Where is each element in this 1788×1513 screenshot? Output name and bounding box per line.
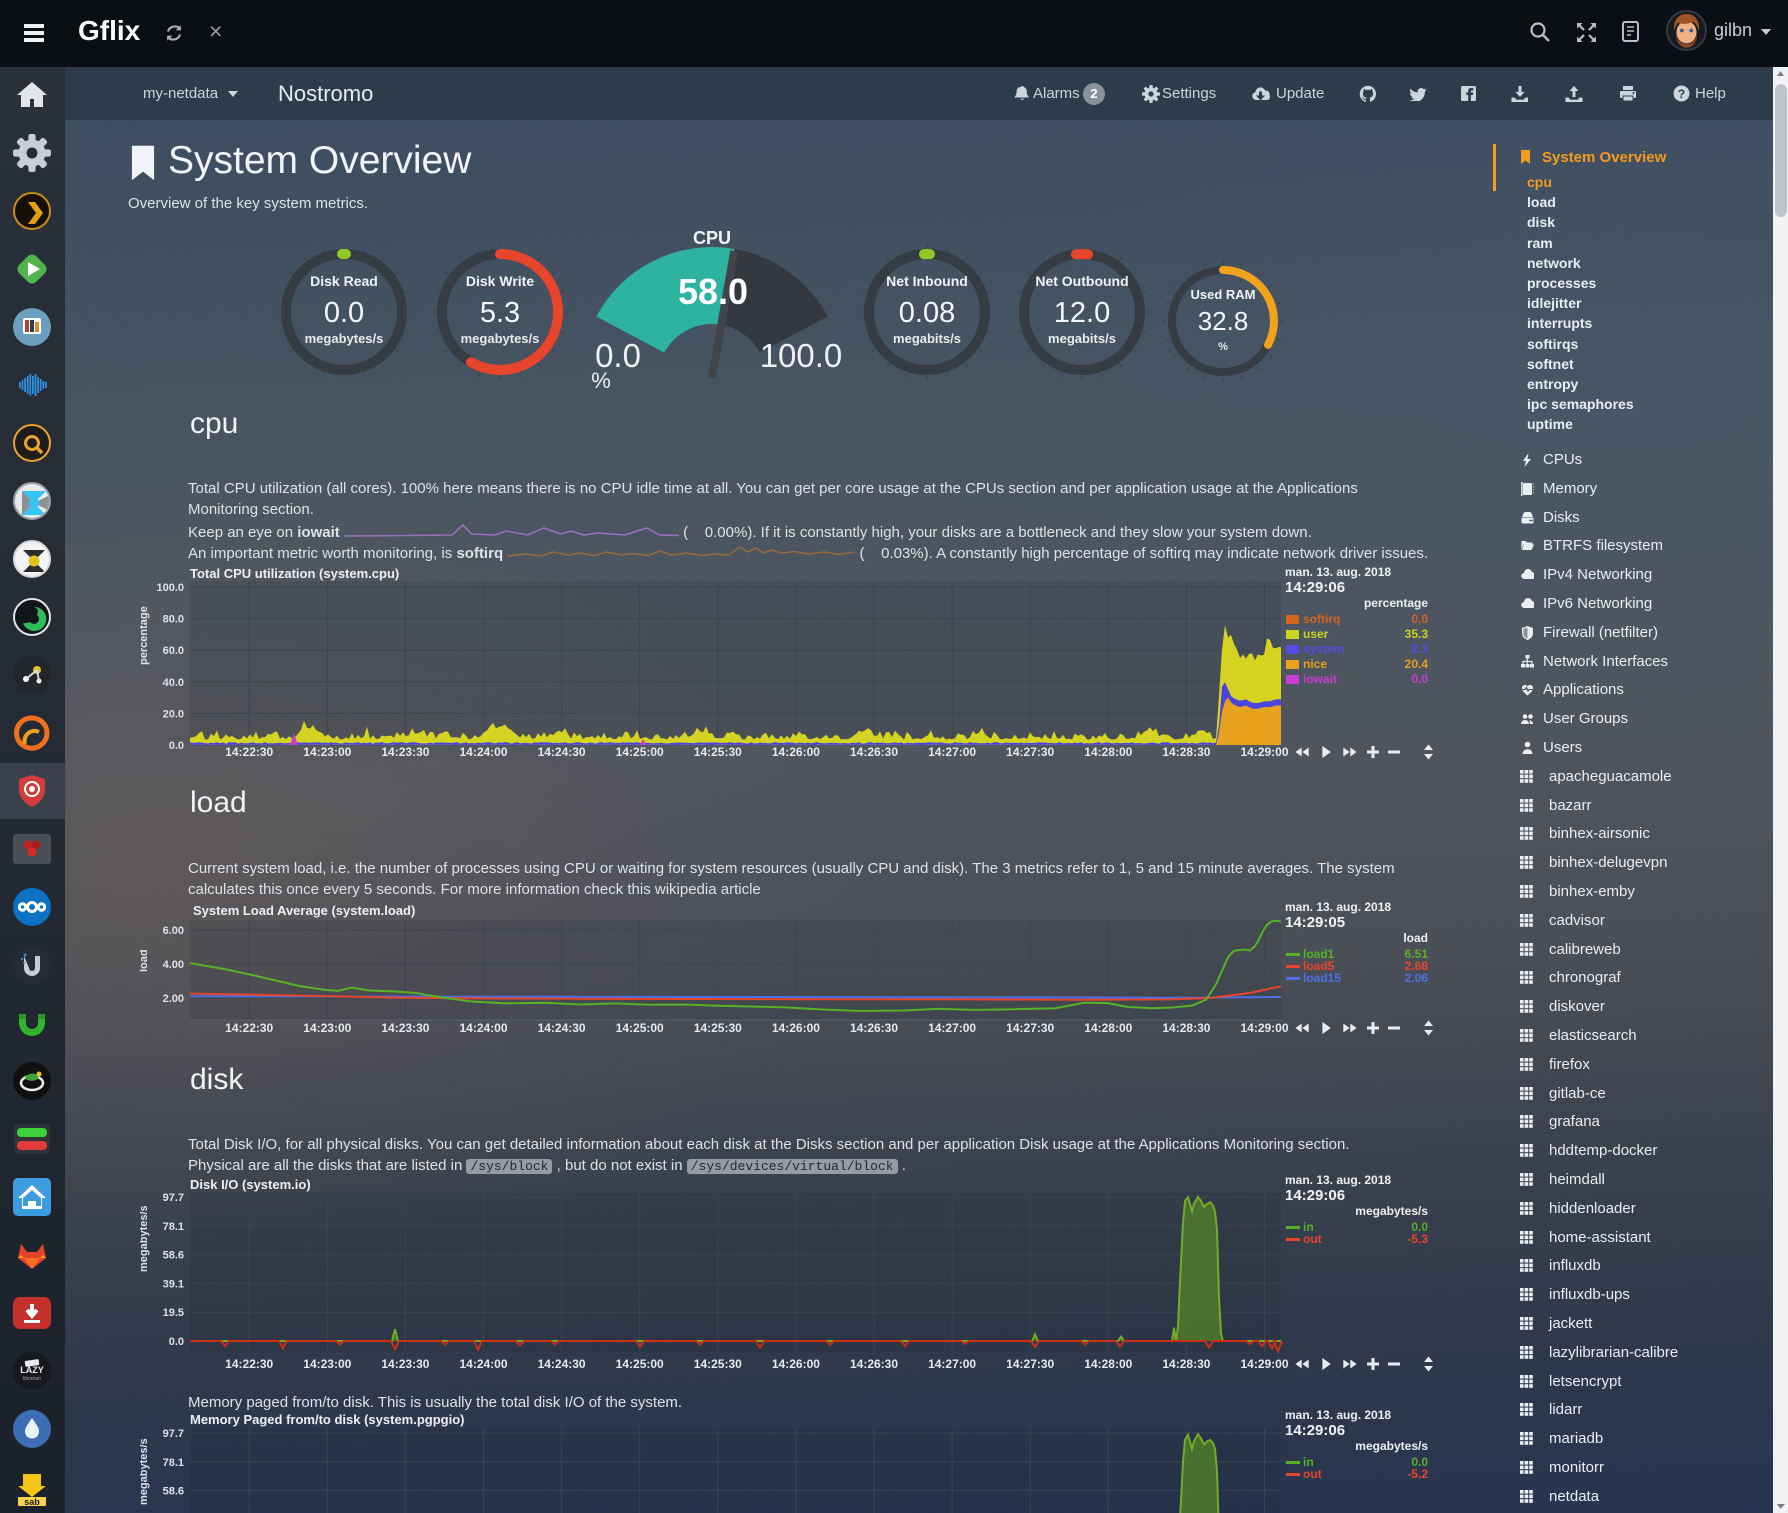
svg-text:LAZY: LAZY (20, 1365, 44, 1375)
svg-text:librarian: librarian (23, 1376, 41, 1382)
svg-text:sab: sab (24, 1497, 40, 1506)
svg-text:?: ? (1678, 87, 1685, 101)
